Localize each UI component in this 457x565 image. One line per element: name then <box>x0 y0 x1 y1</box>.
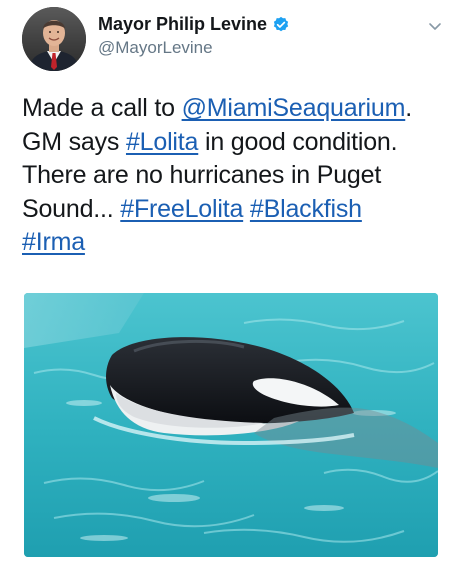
hashtag-link-irma[interactable]: #Irma <box>22 228 85 256</box>
handle[interactable]: @MayorLevine <box>98 38 290 58</box>
profile-photo <box>22 7 86 71</box>
chevron-down-icon[interactable] <box>427 18 443 34</box>
name-row: Mayor Philip Levine <box>98 12 290 36</box>
hashtag-link-lolita[interactable]: #Lolita <box>126 128 198 156</box>
text-segment: Made a call to <box>22 94 182 122</box>
author-block: Mayor Philip Levine @MayorLevine <box>98 12 290 58</box>
text-segment: in good condition. <box>198 127 398 156</box>
avatar[interactable] <box>22 7 86 71</box>
tweet-line-3: There are no hurricanes in Puget <box>22 161 382 189</box>
text-segment: Sound... <box>22 194 121 223</box>
hashtag-link-blackfish[interactable]: #Blackfish <box>250 195 362 223</box>
display-name[interactable]: Mayor Philip Levine <box>98 14 267 35</box>
hashtag-link-freelolita[interactable]: #FreeLolita <box>120 195 243 223</box>
verified-badge-icon <box>272 15 290 33</box>
tweet-text: Made a call to @MiamiSeaquarium. GM says… <box>22 92 442 260</box>
tweet-line-2: GM says #Lolita in good condition. <box>22 126 442 160</box>
text-segment <box>243 195 250 223</box>
tweet-line-1: Made a call to @MiamiSeaquarium. <box>22 92 442 126</box>
mention-link[interactable]: @MiamiSeaquarium <box>182 94 406 122</box>
tweet-photo[interactable] <box>24 293 438 557</box>
orca-in-pool-photo <box>24 293 438 557</box>
tweet-line-4: Sound... #FreeLolita #Blackfish <box>22 193 442 227</box>
tweet-card: Mayor Philip Levine @MayorLevine Made a … <box>0 0 457 565</box>
text-segment: . <box>405 94 412 122</box>
text-segment: GM says <box>22 127 126 156</box>
tweet-line-5: #Irma <box>22 226 442 260</box>
